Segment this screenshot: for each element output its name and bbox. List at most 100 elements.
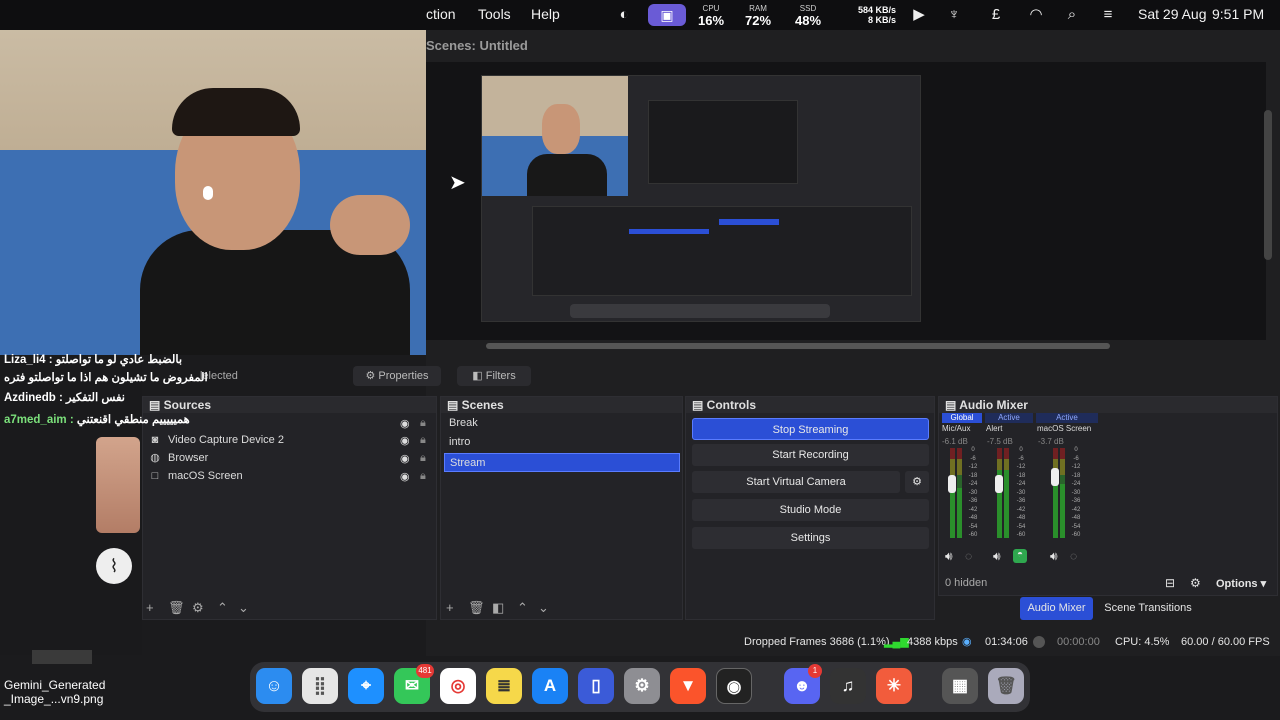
move-down-icon[interactable]: ⌄ [238,600,249,616]
active-tab[interactable]: Active [985,413,1033,423]
source-item[interactable]: ◍ Browser [148,449,208,467]
control-center-icon[interactable]: ≡ [1098,5,1118,25]
mixer-gear-icon[interactable]: ⚙ [1190,576,1201,590]
monitor-off-icon[interactable]: ◌ [965,549,972,563]
add-source-icon[interactable]: + [146,600,154,615]
layout-icon[interactable]: ⊟ [1165,576,1175,590]
rec-time: 00:00:00 [1057,636,1100,648]
visibility-eye-icon[interactable]: ◉ [400,417,410,430]
small-webcam-thumbnail [96,437,140,533]
fps: 60.00 / 60.00 FPS [1181,636,1270,648]
trash-icon[interactable]: 🗑︎ [988,668,1024,704]
volume-fader[interactable] [1051,468,1059,486]
meter-scale-tick: -12 [1071,464,1081,470]
cpu-usage: CPU: 4.5% [1115,636,1170,648]
chart-app-icon[interactable]: ⌇ [96,548,132,584]
wifi-icon[interactable]: ◠ [1026,5,1046,25]
lock-icon[interactable]: 🔒︎ [420,470,426,483]
screen-share-icon[interactable]: ▣ [648,4,686,26]
scene-item[interactable]: Break [444,414,680,433]
visibility-eye-icon[interactable]: ◉ [400,452,410,465]
global-tab[interactable]: Global [942,413,982,423]
active-tab[interactable]: Active [1036,413,1098,423]
display-icon: □ [151,470,159,482]
mute-speaker-icon[interactable]: 🔊︎ [993,549,1001,564]
piano-app-icon[interactable]: ♫ [830,668,866,704]
downloads-folder-icon[interactable]: ▦ [942,668,978,704]
currency-icon[interactable]: £ [986,5,1006,25]
obs-status-icon[interactable]: ◐ [614,5,634,25]
mute-speaker-icon[interactable]: 🔊︎ [945,549,953,564]
scene-item-selected[interactable]: Stream [444,453,680,472]
scene-down-icon[interactable]: ⌄ [538,600,549,616]
stop-streaming-button[interactable]: Stop Streaming [692,418,929,440]
meter-scale: 0 -6 -12 -18 -24 -30 -36 -42 -48 -54 -60 [1071,446,1081,540]
search-icon[interactable]: ⌕ [1062,5,1082,25]
mute-speaker-icon[interactable]: 🔊︎ [1050,549,1058,564]
app-store-icon[interactable]: A [532,668,568,704]
studio-mode-button[interactable]: Studio Mode [692,499,929,521]
desktop-file-label[interactable]: Gemini_Generated _Image_...vn9.png [4,678,105,706]
volume-fader[interactable] [995,475,1003,493]
preview-horizontal-scrollbar[interactable] [486,343,1110,349]
monitor-on-icon[interactable]: ◓ [1013,549,1027,563]
desktop-file-thumbnail[interactable] [32,650,92,664]
controller-icon[interactable]: ♆ [944,5,964,25]
remove-scene-icon[interactable]: 🗑︎ [468,600,485,616]
meter-scale-tick: -30 [968,489,978,496]
configurator-icon[interactable]: ▯ [578,668,614,704]
finder-icon[interactable]: ☺ [256,668,292,704]
lock-icon[interactable]: 🔒︎ [420,434,426,447]
move-up-icon[interactable]: ⌃ [217,600,228,616]
visibility-eye-icon[interactable]: ◉ [400,434,410,447]
safari-icon[interactable]: ⌖ [348,668,384,704]
lock-icon[interactable]: 🔒︎ [420,452,426,465]
remove-source-icon[interactable]: 🗑︎ [168,600,185,616]
preview-mini-dock [570,304,830,318]
menu-help[interactable]: Help [531,6,560,22]
menu-time[interactable]: 9:51 PM [1212,6,1264,22]
meter-scale-tick: -42 [1016,506,1026,513]
launchpad-icon[interactable]: ⣿ [302,668,338,704]
brave-icon[interactable]: ▼ [670,668,706,704]
scene-up-icon[interactable]: ⌃ [517,600,528,616]
filter-icon: ◧ [472,370,486,382]
monitor-off-icon[interactable]: ◌ [1070,549,1077,563]
menu-partial[interactable]: ction [426,6,456,22]
source-settings-icon[interactable]: ⚙ [192,600,204,616]
properties-button[interactable]: ⚙ Properties [353,366,441,386]
virtual-camera-gear-icon[interactable]: ⚙ [905,471,929,493]
settings-button[interactable]: Settings [692,527,929,549]
meter-scale-tick: -36 [1016,498,1026,504]
volume-meter-level [1004,470,1009,538]
volume-fader[interactable] [948,475,956,493]
chat-message: a7med_aim : هميييييم منطقي اقنعتني [4,414,190,426]
claude-icon[interactable]: ✳ [876,668,912,704]
source-item[interactable]: □ macOS Screen [148,467,243,485]
menu-tools[interactable]: Tools [478,6,511,22]
person-hand [330,195,410,255]
filters-button[interactable]: ◧ Filters [457,366,531,386]
options-dropdown[interactable]: Options ▾ [1216,577,1266,590]
tab-audio-mixer[interactable]: Audio Mixer [1020,597,1093,620]
system-settings-icon[interactable]: ⚙ [624,668,660,704]
preview-canvas[interactable] [481,75,921,322]
obs-icon[interactable]: ◉ [716,668,752,704]
start-recording-button[interactable]: Start Recording [692,444,929,466]
scene-item[interactable]: intro [444,433,680,452]
tab-scene-transitions[interactable]: Scene Transitions [1100,597,1196,620]
start-virtual-camera-button[interactable]: Start Virtual Camera [692,471,900,493]
preview-vertical-scrollbar[interactable] [1264,110,1272,260]
menu-date[interactable]: Sat 29 Aug [1138,6,1207,22]
play-icon[interactable]: ▶ [909,5,929,25]
globe-icon: ◍ [150,452,160,464]
chrome-icon[interactable]: ◎ [440,668,476,704]
notes-icon[interactable]: ≣ [486,668,522,704]
meter-scale-tick: -36 [968,498,978,504]
meter-scale: 0 -6 -12 -18 -24 -30 -36 -42 -48 -54 -60 [968,446,978,540]
lock-icon[interactable]: 🔒︎ [420,417,426,430]
add-scene-icon[interactable]: + [446,600,454,615]
visibility-eye-icon[interactable]: ◉ [400,470,410,483]
scene-filter-icon[interactable]: ◧ [492,600,504,616]
person-hair [172,88,300,136]
